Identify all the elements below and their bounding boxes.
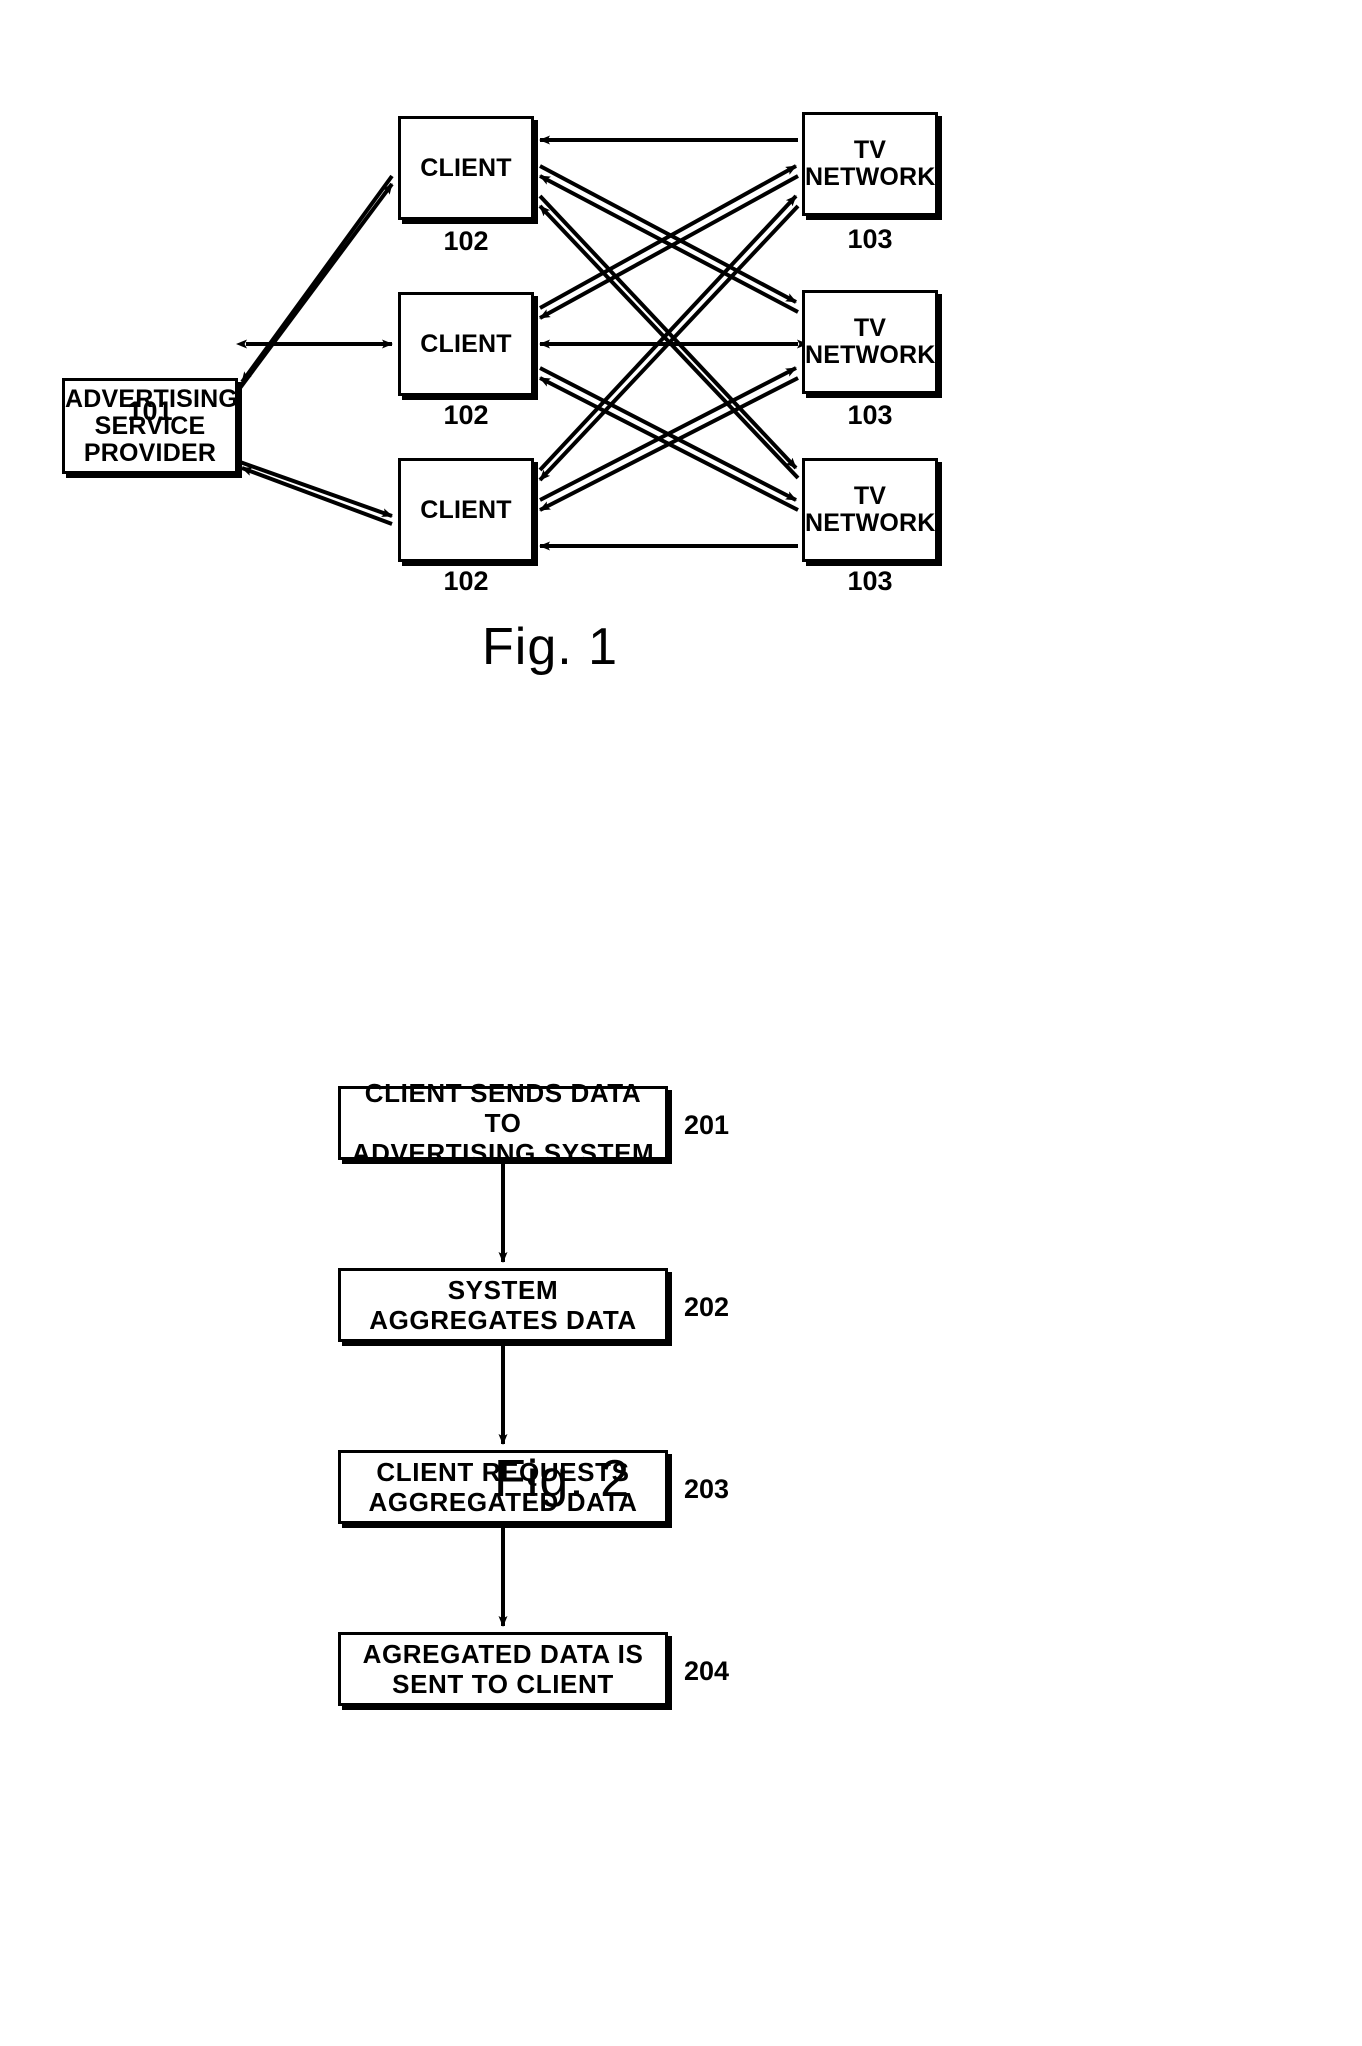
- arrow-client2-to-tv3: [539, 366, 797, 502]
- arrow-tv2-to-client3: [539, 376, 799, 512]
- reference-numeral-102-client2: 102: [443, 400, 489, 430]
- client-node-3[interactable]: CLIENT: [398, 458, 534, 562]
- reference-numeral-103-tv1: 103: [847, 224, 893, 254]
- tv-network-node-2-label: TV NETWORK: [805, 314, 936, 369]
- tv-network-node-2[interactable]: TV NETWORK: [802, 290, 938, 394]
- arrow-client1-to-tv2: [539, 164, 797, 304]
- flow-step-202[interactable]: SYSTEM AGGREGATES DATA: [338, 1268, 668, 1342]
- flow-step-204[interactable]: AGREGATED DATA IS SENT TO CLIENT: [338, 1632, 668, 1706]
- arrow-tv3-to-client2: [539, 376, 799, 512]
- reference-numeral-102-client1: 102: [443, 226, 489, 256]
- arrow-asp-to-client1: [238, 182, 394, 390]
- arrow-client1-to-tv3: [538, 194, 798, 470]
- tv-network-node-1-label: TV NETWORK: [805, 136, 936, 191]
- client-node-2[interactable]: CLIENT: [398, 292, 534, 396]
- tv-network-node-3-label: TV NETWORK: [805, 482, 936, 537]
- reference-numeral-203: 203: [684, 1474, 730, 1504]
- reference-numeral-103-tv3: 103: [847, 566, 893, 596]
- reference-numeral-201: 201: [684, 1110, 730, 1140]
- reference-numeral-202: 202: [684, 1292, 730, 1322]
- arrow-tv3-to-client1: [538, 204, 800, 480]
- arrow-tv2-to-client1: [539, 174, 799, 314]
- flow-step-204-label: AGREGATED DATA IS SENT TO CLIENT: [362, 1638, 644, 1699]
- flow-step-201-label: CLIENT SENDS DATA TO ADVERTISING SYSTEM: [351, 1077, 655, 1169]
- arrow-tv1-to-client2: [539, 174, 799, 320]
- reference-numeral-102-client3: 102: [443, 566, 489, 596]
- reference-numeral-103-tv2: 103: [847, 400, 893, 430]
- client-node-2-label: CLIENT: [420, 329, 512, 358]
- arrow-client3-to-asp: [241, 466, 393, 526]
- arrow-tv1-to-client3: [538, 204, 800, 482]
- figure2-flow-arrows: [498, 1162, 508, 1627]
- flow-step-201[interactable]: CLIENT SENDS DATA TO ADVERTISING SYSTEM: [338, 1078, 668, 1168]
- arrow-asp-to-client3: [239, 460, 393, 518]
- figure-2-caption: Fig. 2: [494, 1450, 631, 1508]
- patent-drawing-sheet: ADVERTISING SERVICE PROVIDER 101 CLIENT …: [0, 0, 1362, 2046]
- tv-network-node-3[interactable]: TV NETWORK: [802, 458, 938, 562]
- figure1-connection-arrows: [236, 135, 808, 551]
- client-node-1[interactable]: CLIENT: [398, 116, 534, 220]
- arrow-client3-to-tv1: [538, 194, 798, 472]
- tv-network-node-1[interactable]: TV NETWORK: [802, 112, 938, 216]
- arrow-client2-to-tv1: [539, 164, 797, 310]
- reference-numeral-204: 204: [684, 1656, 730, 1686]
- arrow-client3-to-tv2: [539, 366, 797, 502]
- reference-numeral-101: 101: [127, 396, 173, 426]
- client-node-1-label: CLIENT: [420, 153, 512, 182]
- figure-1-caption: Fig. 1: [482, 618, 619, 676]
- client-node-3-label: CLIENT: [420, 495, 512, 524]
- arrow-client1-to-asp: [240, 174, 394, 384]
- flow-step-202-label: SYSTEM AGGREGATES DATA: [369, 1274, 637, 1335]
